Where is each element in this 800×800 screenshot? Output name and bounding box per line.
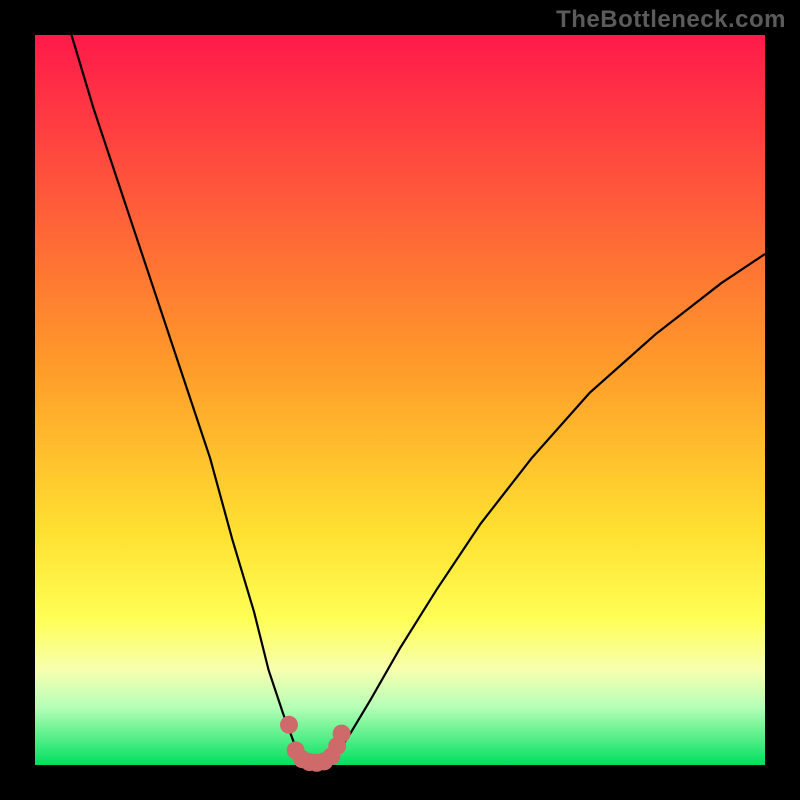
- valley-dot: [333, 725, 351, 743]
- chart-stage: TheBottleneck.com: [0, 0, 800, 800]
- chart-svg: [0, 0, 800, 800]
- plot-background: [35, 35, 765, 765]
- valley-dot: [280, 716, 298, 734]
- watermark-text: TheBottleneck.com: [556, 6, 786, 34]
